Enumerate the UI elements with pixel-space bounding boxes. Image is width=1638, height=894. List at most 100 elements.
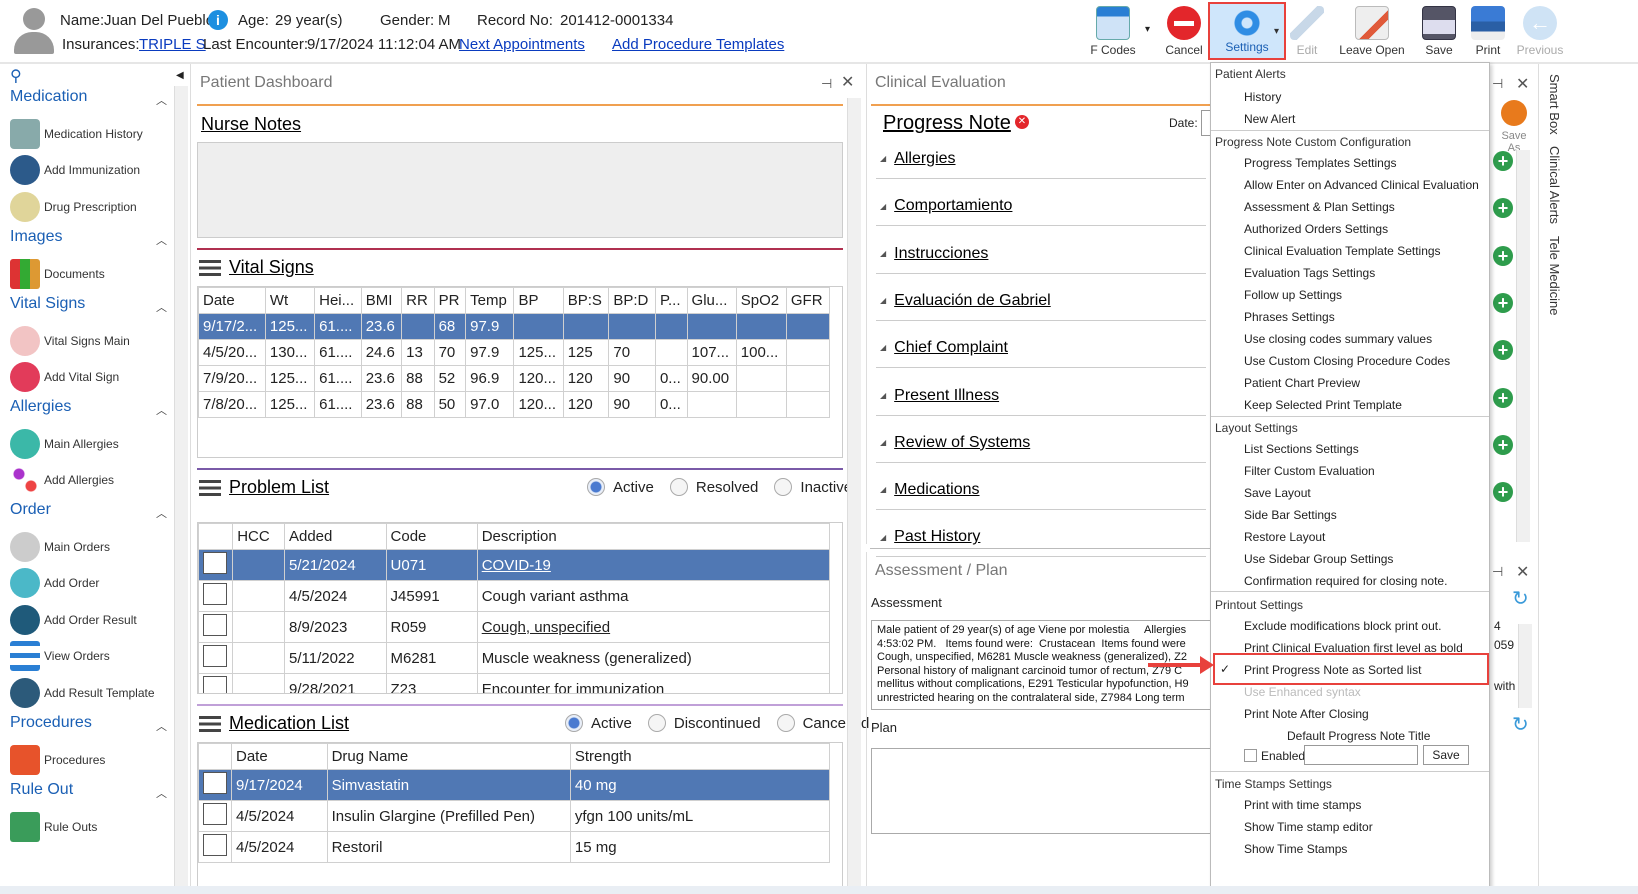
remove-icon[interactable]: ✕ xyxy=(1015,115,1029,129)
menu-item[interactable]: List Sections Settings xyxy=(1244,442,1359,456)
chevron-up-icon[interactable]: ︿ xyxy=(156,718,167,734)
hamburger-icon[interactable] xyxy=(199,259,221,276)
hamburger-icon[interactable] xyxy=(199,479,221,496)
default-title-input[interactable] xyxy=(1304,745,1418,765)
default-title-save-button[interactable]: Save xyxy=(1423,745,1469,765)
menu-item[interactable]: Clinical Evaluation Template Settings xyxy=(1244,244,1441,258)
menu-item[interactable]: Use closing codes summary values xyxy=(1244,332,1432,346)
table-row[interactable]: 9/17/2... 125... 61.... 23.6 68 97.9 xyxy=(198,313,831,340)
menu-item[interactable]: Phrases Settings xyxy=(1244,310,1335,324)
menu-item[interactable]: Use Sidebar Group Settings xyxy=(1244,552,1393,566)
tab-tele-medicine[interactable]: Tele Medicine xyxy=(1547,236,1562,316)
menu-item[interactable]: Use Custom Closing Procedure Codes xyxy=(1244,354,1450,368)
add-section-icon[interactable]: + xyxy=(1493,151,1513,171)
sidebar-section-rule-out[interactable]: Rule Out xyxy=(10,781,73,799)
row-checkbox[interactable] xyxy=(203,645,227,667)
hamburger-icon[interactable] xyxy=(199,715,221,732)
info-icon[interactable]: i xyxy=(208,10,228,30)
table-row[interactable]: 7/9/20... 125... 61.... 23.6 88 52 96.9 120... 1… xyxy=(198,365,831,392)
clinical-section-header[interactable]: Present Illness xyxy=(880,387,999,405)
column-header[interactable]: Wt xyxy=(264,287,316,314)
add-procedure-templates-link[interactable]: Add Procedure Templates xyxy=(612,36,784,53)
dashboard-scrollbar[interactable] xyxy=(847,98,861,894)
tab-smart-box[interactable]: Smart Box xyxy=(1547,74,1562,135)
tab-clinical-alerts[interactable]: Clinical Alerts xyxy=(1547,146,1562,224)
menu-item[interactable]: Keep Selected Print Template xyxy=(1244,398,1402,412)
column-header[interactable]: RR xyxy=(401,287,435,314)
row-checkbox[interactable] xyxy=(203,583,227,605)
sidebar-item-add-allergies[interactable]: Add Allergies xyxy=(10,464,114,496)
sidebar-item-procedures[interactable]: Procedures xyxy=(10,744,105,776)
menu-item-print-after-closing[interactable]: Print Note After Closing xyxy=(1244,707,1369,721)
menu-item-new-alert[interactable]: New Alert xyxy=(1244,112,1295,126)
insurance-link[interactable]: TRIPLE S xyxy=(139,36,206,53)
print-button[interactable]: Print xyxy=(1458,6,1518,57)
table-row[interactable]: 4/5/2024 J45991 Cough variant asthma xyxy=(198,580,831,612)
add-section-icon[interactable]: + xyxy=(1493,387,1513,408)
sidebar-item-drug-prescription[interactable]: Drug Prescription xyxy=(10,191,137,223)
menu-item[interactable]: Save Layout xyxy=(1244,486,1311,500)
save-as-button[interactable]: Save As xyxy=(1494,100,1534,154)
previous-button[interactable]: ← Previous xyxy=(1510,6,1570,57)
table-row[interactable]: 4/5/2024 Insulin Glargine (Prefilled Pen)… xyxy=(198,800,831,832)
menu-item[interactable]: Allow Enter on Advanced Clinical Evaluat… xyxy=(1244,178,1479,192)
menu-item[interactable]: Follow up Settings xyxy=(1244,288,1342,302)
row-checkbox[interactable] xyxy=(203,772,227,794)
table-row[interactable]: 7/8/20... 125... 61.... 23.6 88 50 97.0 120... 1… xyxy=(198,391,831,418)
sidebar-item-add-order[interactable]: Add Order xyxy=(10,567,99,599)
row-checkbox[interactable] xyxy=(203,803,227,825)
pin-icon[interactable]: ⊣ xyxy=(821,76,832,92)
row-checkbox[interactable] xyxy=(203,834,227,856)
plan-textarea[interactable] xyxy=(871,748,1213,834)
close-icon[interactable]: ✕ xyxy=(1516,562,1529,582)
leave-open-button[interactable]: Leave Open xyxy=(1336,6,1408,57)
column-header[interactable]: BMI xyxy=(360,287,403,314)
menu-item[interactable]: Exclude modifications block print out. xyxy=(1244,619,1441,633)
menu-item[interactable]: Print with time stamps xyxy=(1244,798,1361,812)
column-header[interactable]: BP xyxy=(513,287,564,314)
menu-item[interactable]: Filter Custom Evaluation xyxy=(1244,464,1375,478)
row-checkbox[interactable] xyxy=(203,676,227,693)
column-header[interactable]: Temp xyxy=(465,287,515,314)
collapse-sidebar-icon[interactable]: ◀ xyxy=(176,70,184,81)
clinical-section-header[interactable]: Medications xyxy=(880,481,979,499)
row-checkbox[interactable] xyxy=(203,614,227,636)
sidebar-item-medication-history[interactable]: Medication History xyxy=(10,118,143,150)
add-section-icon[interactable]: + xyxy=(1493,434,1513,455)
assessment-scrollbar[interactable] xyxy=(1518,624,1532,708)
chevron-up-icon[interactable]: ︿ xyxy=(156,92,167,108)
sidebar-section-images[interactable]: Images xyxy=(10,228,62,246)
sidebar-item-add-result-template[interactable]: Add Result Template xyxy=(10,677,155,709)
sidebar-section-allergies[interactable]: Allergies xyxy=(10,398,71,416)
next-appointments-link[interactable]: Next Appointments xyxy=(459,36,585,53)
section-scrollbar[interactable] xyxy=(1516,150,1530,542)
sidebar-item-view-orders[interactable]: View Orders xyxy=(10,640,110,672)
table-row[interactable]: 5/11/2022 M6281 Muscle weakness (generaliz… xyxy=(198,642,831,674)
table-row[interactable]: 4/5/20... 130... 61.... 24.6 13 70 97.9 125... 1… xyxy=(198,339,831,366)
add-section-icon[interactable]: + xyxy=(1493,482,1513,503)
sidebar-item-main-allergies[interactable]: Main Allergies xyxy=(10,428,119,460)
column-header[interactable]: Description xyxy=(476,523,831,550)
radio-active[interactable]: Active xyxy=(587,478,654,496)
clinical-section-header[interactable]: Past History xyxy=(880,528,980,546)
pin-icon[interactable]: ⊣ xyxy=(1492,564,1503,580)
menu-item[interactable]: Side Bar Settings xyxy=(1244,508,1337,522)
clinical-section-header[interactable]: Allergies xyxy=(880,150,955,168)
column-header[interactable]: Code xyxy=(385,523,478,550)
menu-item-print-sorted-list[interactable]: ✓ Print Progress Note as Sorted list xyxy=(1213,653,1489,685)
sidebar-section-vital-signs[interactable]: Vital Signs xyxy=(10,295,85,313)
column-header[interactable]: PR xyxy=(433,287,467,314)
table-row[interactable]: 4/5/2024 Restoril 15 mg xyxy=(198,831,831,863)
column-header[interactable]: Date xyxy=(198,287,266,314)
column-header[interactable]: Glu... xyxy=(686,287,737,314)
menu-item[interactable]: Show Time stamp editor xyxy=(1244,820,1373,834)
refresh-icon[interactable]: ↻ xyxy=(1512,586,1529,611)
pin-icon[interactable]: ⊣ xyxy=(1492,76,1503,92)
add-section-icon[interactable]: + xyxy=(1493,292,1513,313)
menu-item[interactable]: Authorized Orders Settings xyxy=(1244,222,1388,236)
column-header[interactable]: Hei... xyxy=(314,287,362,314)
chevron-up-icon[interactable]: ︿ xyxy=(156,402,167,418)
settings-button[interactable]: Settings ▾ xyxy=(1208,2,1286,60)
sidebar-section-order[interactable]: Order xyxy=(10,501,51,519)
row-checkbox[interactable] xyxy=(203,552,227,574)
